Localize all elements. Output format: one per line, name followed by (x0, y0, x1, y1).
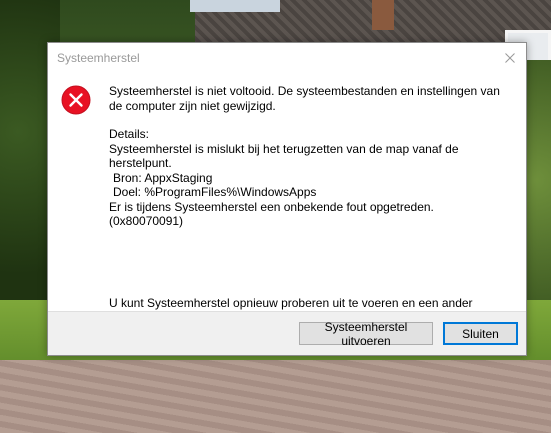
details-error: Er is tijdens Systeemherstel een onbeken… (109, 199, 434, 229)
background-chimney (372, 0, 394, 30)
system-restore-dialog: Systeemherstel Systeemherstel is niet vo… (47, 42, 527, 356)
dialog-title: Systeemherstel (57, 51, 140, 65)
run-system-restore-button[interactable]: Systeemherstel uitvoeren (299, 320, 433, 348)
close-button[interactable]: Sluiten (443, 322, 518, 345)
main-message: Systeemherstel is niet voltooid. De syst… (109, 84, 500, 113)
details-line: Systeemherstel is mislukt bij het terugz… (109, 141, 459, 171)
error-icon (61, 85, 91, 115)
message-block: Systeemherstel is niet voltooid. De syst… (109, 84, 508, 229)
dialog-content: Systeemherstel is niet voltooid. De syst… (48, 73, 526, 338)
details-source: Bron: AppxStaging (113, 170, 213, 185)
background-road (0, 360, 551, 433)
close-window-button[interactable] (494, 43, 526, 73)
details-label: Details: (109, 127, 150, 141)
button-bar: Systeemherstel uitvoeren Sluiten (48, 311, 526, 355)
background-sky (190, 0, 280, 12)
close-icon (505, 53, 515, 63)
title-bar[interactable]: Systeemherstel (48, 43, 526, 73)
details-target: Doel: %ProgramFiles%\WindowsApps (113, 185, 317, 199)
